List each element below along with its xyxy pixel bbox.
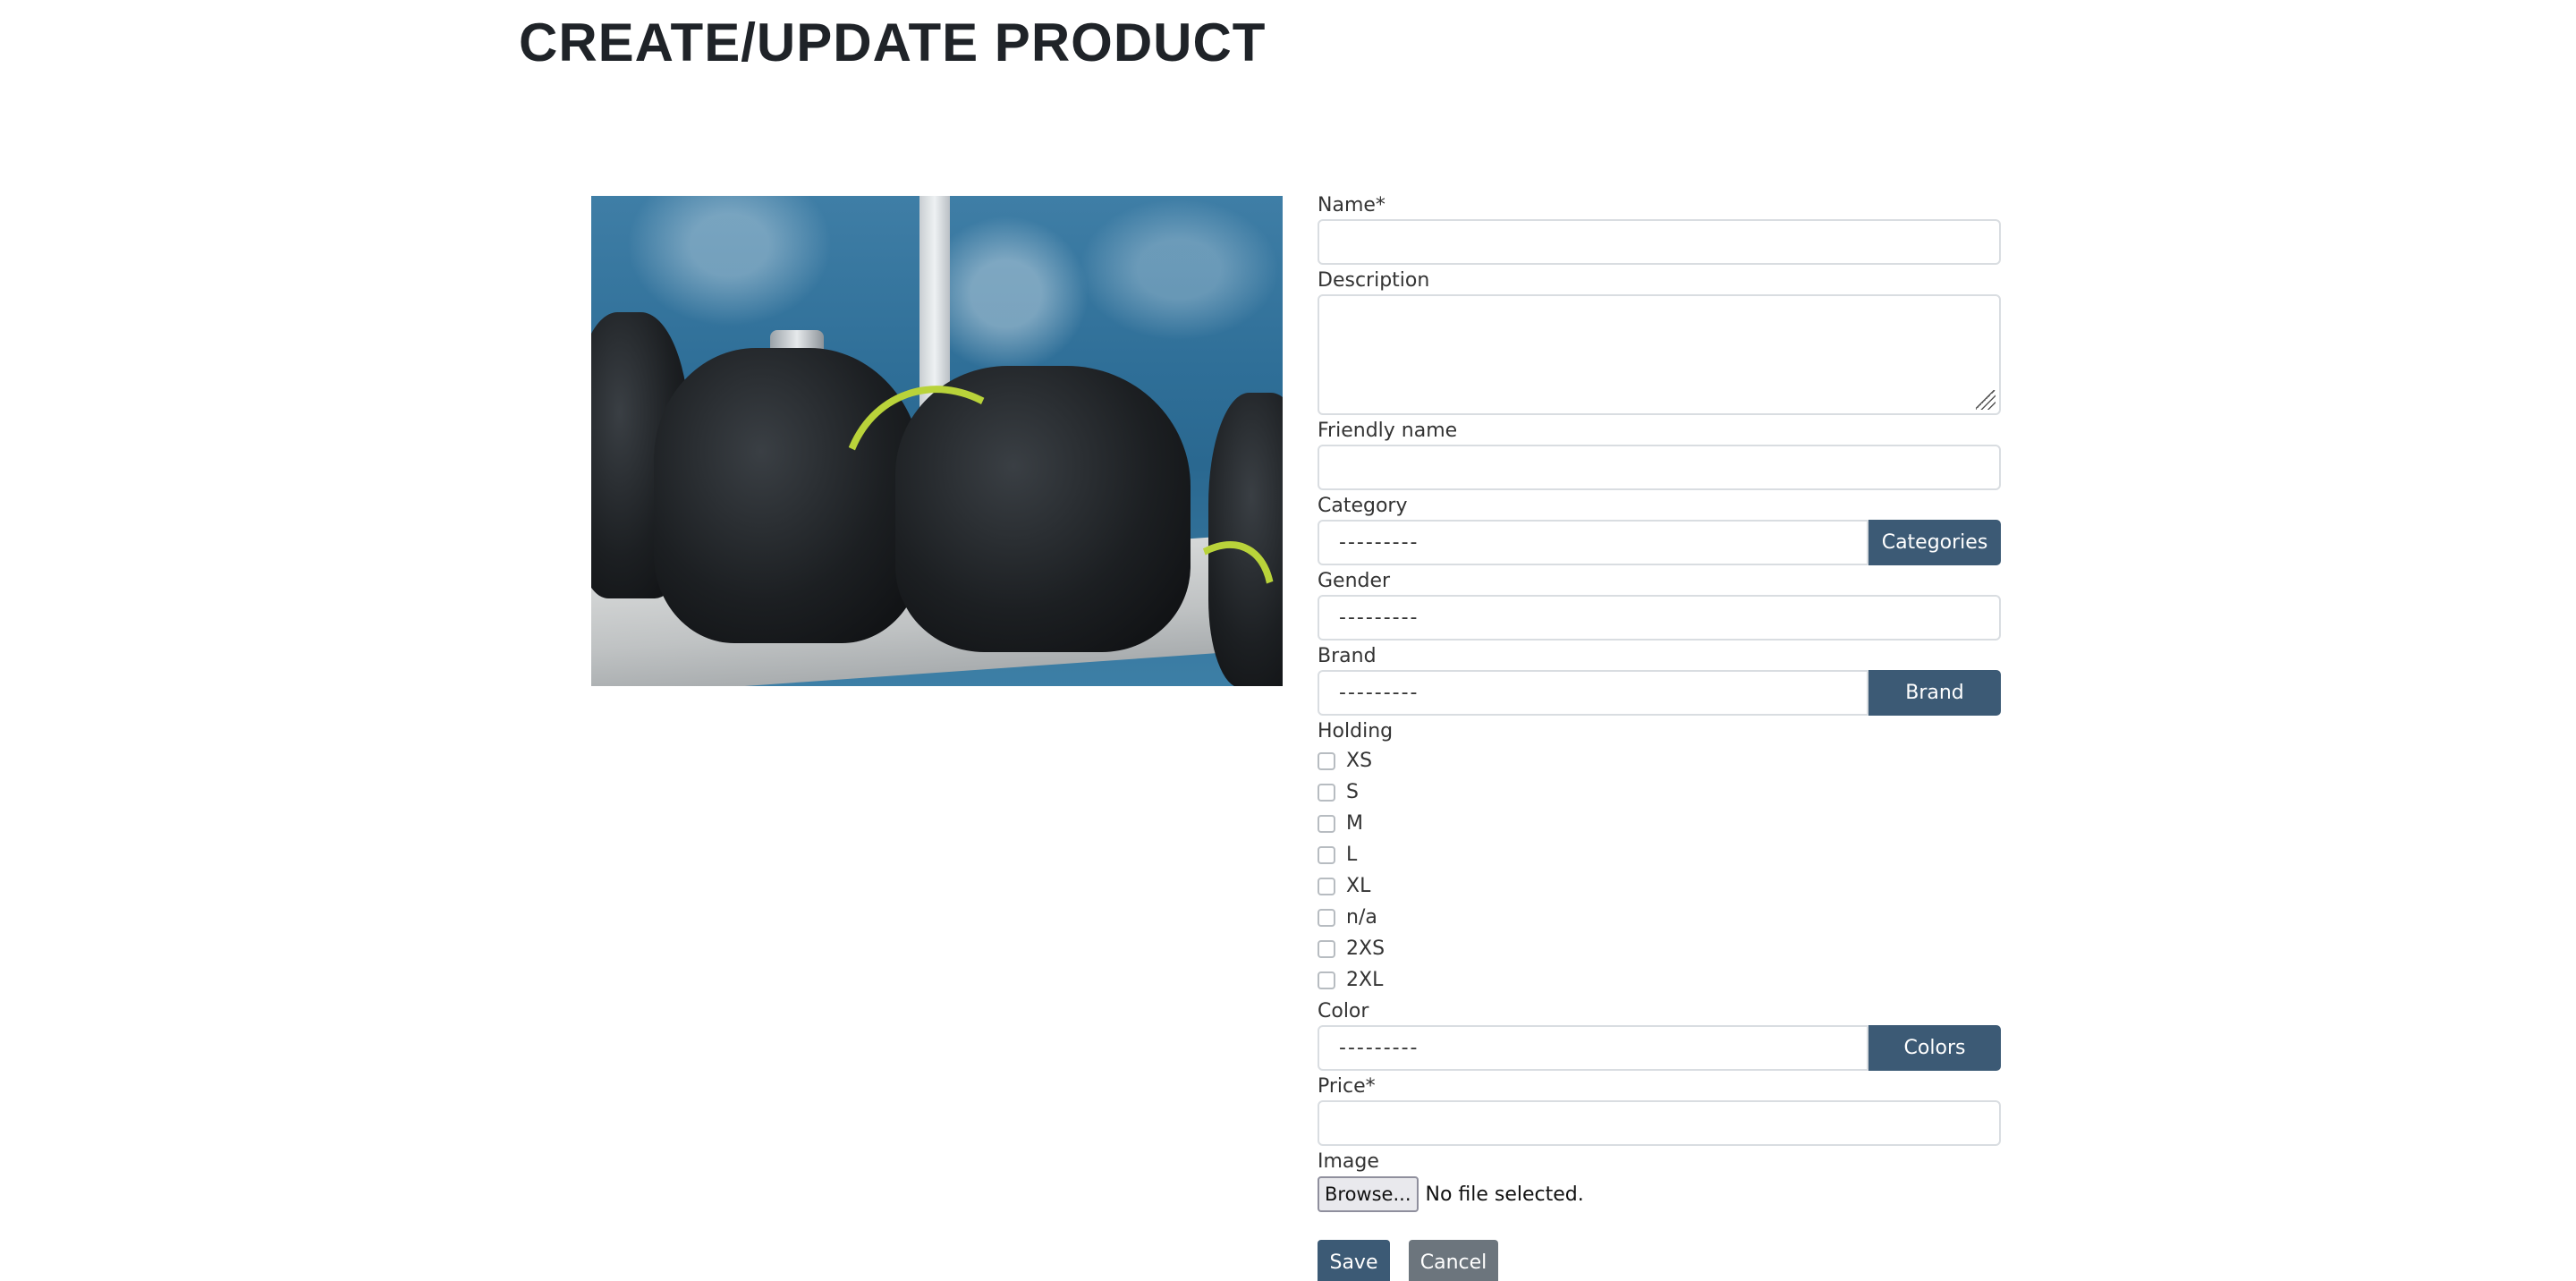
holding-label: Holding [1318,720,1394,742]
holding-checkbox[interactable] [1318,783,1335,802]
holding-checkbox[interactable] [1318,908,1335,927]
brand-row: --------- Brand [1318,670,2001,716]
price-input[interactable] [1318,1100,2001,1146]
name-label: Name* [1318,194,1385,216]
color-row: --------- Colors [1318,1025,2001,1071]
page-title: CREATE/UPDATE PRODUCT [519,13,1267,72]
color-select[interactable]: --------- [1318,1025,1868,1071]
image-label: Image [1318,1150,1379,1173]
cancel-button[interactable]: Cancel [1409,1240,1498,1281]
description-textarea[interactable] [1318,294,2001,415]
brand-field-group: Brand --------- Brand [1318,643,2001,716]
brand-button[interactable]: Brand [1868,670,2001,716]
holding-checkbox[interactable] [1318,845,1335,864]
holding-checkbox[interactable] [1318,814,1335,833]
name-input[interactable] [1318,219,2001,265]
friendly-name-input[interactable] [1318,445,2001,490]
gender-label: Gender [1318,570,1391,592]
resize-handle-icon[interactable] [1976,390,1996,410]
holding-option-label: 2XS [1346,937,1385,960]
description-field-group: Description [1318,267,2001,415]
holding-checkbox[interactable] [1318,751,1335,770]
color-field-group: Color --------- Colors [1318,998,2001,1071]
save-button[interactable]: Save [1318,1240,1390,1281]
description-label: Description [1318,269,1430,292]
holding-option[interactable]: S [1318,776,2001,808]
product-image-preview [591,196,1283,686]
color-label: Color [1318,1000,1369,1022]
holding-option-label: M [1346,812,1363,835]
category-row: --------- Categories [1318,520,2001,565]
friendly-name-field-group: Friendly name [1318,418,2001,490]
browse-button[interactable]: Browse... [1318,1176,1419,1212]
holding-checkbox-list: XS S M L XL n/a 2XS 2XL [1318,745,2001,996]
holding-option-label: L [1346,844,1358,866]
file-status-text: No file selected. [1425,1183,1584,1206]
gender-select[interactable]: --------- [1318,595,2001,640]
holding-checkbox[interactable] [1318,971,1335,989]
holding-option-label: 2XL [1346,969,1384,991]
name-field-group: Name* [1318,192,2001,265]
price-field-group: Price* [1318,1073,2001,1146]
category-field-group: Category --------- Categories [1318,493,2001,565]
categories-button[interactable]: Categories [1868,520,2001,565]
holding-option-label: XL [1346,875,1371,897]
holding-checkbox[interactable] [1318,877,1335,895]
holding-option[interactable]: M [1318,808,2001,839]
holding-option[interactable]: XL [1318,870,2001,902]
gender-field-group: Gender --------- [1318,568,2001,640]
brand-label: Brand [1318,645,1377,667]
category-label: Category [1318,495,1408,517]
category-select[interactable]: --------- [1318,520,1868,565]
holding-option[interactable]: 2XL [1318,964,2001,996]
colors-button[interactable]: Colors [1868,1025,2001,1071]
page: CREATE/UPDATE PRODUCT Name* Description … [0,0,2576,1281]
holding-option-label: S [1346,781,1359,803]
holding-option[interactable]: L [1318,839,2001,870]
holding-field-group: Holding XS S M L XL n/a 2XS 2XL [1318,718,2001,996]
form-actions: Save Cancel [1318,1240,2001,1281]
image-field-group: Image Browse... No file selected. [1318,1149,2001,1213]
brand-select[interactable]: --------- [1318,670,1868,716]
friendly-name-label: Friendly name [1318,420,1458,442]
holding-option-label: XS [1346,750,1373,772]
file-input: Browse... No file selected. [1318,1175,2001,1213]
holding-option[interactable]: 2XS [1318,933,2001,964]
holding-option-label: n/a [1346,906,1377,929]
holding-checkbox[interactable] [1318,939,1335,958]
holding-option[interactable]: XS [1318,745,2001,776]
holding-option[interactable]: n/a [1318,902,2001,933]
product-form: Name* Description Friendly name Category… [1318,192,2001,1281]
price-label: Price* [1318,1075,1376,1098]
